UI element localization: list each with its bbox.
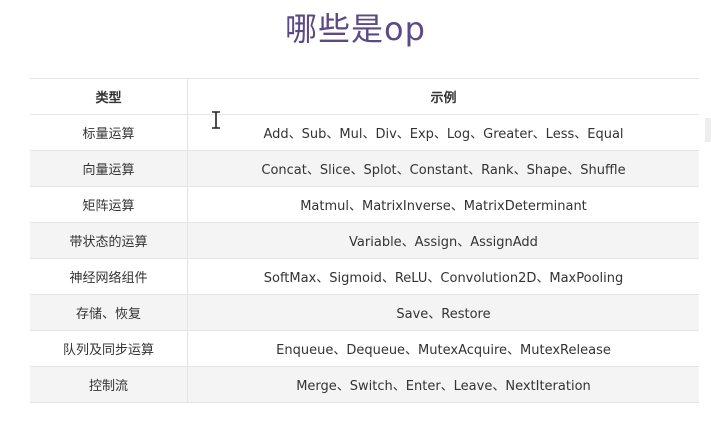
row-examples: Merge、Switch、Enter、Leave、NextIteration — [296, 379, 591, 394]
row-type: 控制流 — [30, 367, 188, 402]
table-row: 神经网络组件 SoftMax、Sigmoid、ReLU、Convolution2… — [30, 259, 699, 295]
op-table: 类型 示例 标量运算 Add、Sub、Mul、Div、Exp、Log、Great… — [30, 78, 699, 403]
row-examples: Add、Sub、Mul、Div、Exp、Log、Greater、Less、Equ… — [263, 127, 624, 142]
row-type: 队列及同步运算 — [30, 331, 188, 366]
table-row: 队列及同步运算 Enqueue、Dequeue、MutexAcquire、Mut… — [30, 331, 699, 367]
header-examples: 示例 — [430, 91, 457, 106]
row-examples: Enqueue、Dequeue、MutexAcquire、MutexReleas… — [276, 343, 611, 358]
row-type: 存储、恢复 — [30, 295, 188, 330]
text-cursor-icon-svg — [212, 111, 220, 129]
text-cursor-icon — [210, 110, 222, 130]
table-row: 控制流 Merge、Switch、Enter、Leave、NextIterati… — [30, 367, 699, 402]
row-type: 标量运算 — [30, 115, 188, 150]
row-type: 带状态的运算 — [30, 223, 188, 258]
table-row: 向量运算 Concat、Slice、Splot、Constant、Rank、Sh… — [30, 151, 699, 187]
table-header-row: 类型 示例 — [30, 79, 699, 115]
row-type: 神经网络组件 — [30, 259, 188, 294]
scroll-edge — [705, 118, 711, 142]
row-type: 矩阵运算 — [30, 187, 188, 222]
row-examples: Matmul、MatrixInverse、MatrixDeterminant — [300, 199, 587, 214]
page-title: 哪些是op — [285, 10, 426, 48]
row-examples: SoftMax、Sigmoid、ReLU、Convolution2D、MaxPo… — [263, 271, 624, 286]
header-type: 类型 — [30, 79, 188, 114]
table-row: 存储、恢复 Save、Restore — [30, 295, 699, 331]
row-examples: Concat、Slice、Splot、Constant、Rank、Shape、S… — [261, 163, 626, 178]
row-examples: Save、Restore — [396, 307, 491, 322]
table-row: 矩阵运算 Matmul、MatrixInverse、MatrixDetermin… — [30, 187, 699, 223]
row-examples: Variable、Assign、AssignAdd — [349, 235, 538, 250]
table-row: 带状态的运算 Variable、Assign、AssignAdd — [30, 223, 699, 259]
table-row: 标量运算 Add、Sub、Mul、Div、Exp、Log、Greater、Les… — [30, 115, 699, 151]
row-type: 向量运算 — [30, 151, 188, 186]
